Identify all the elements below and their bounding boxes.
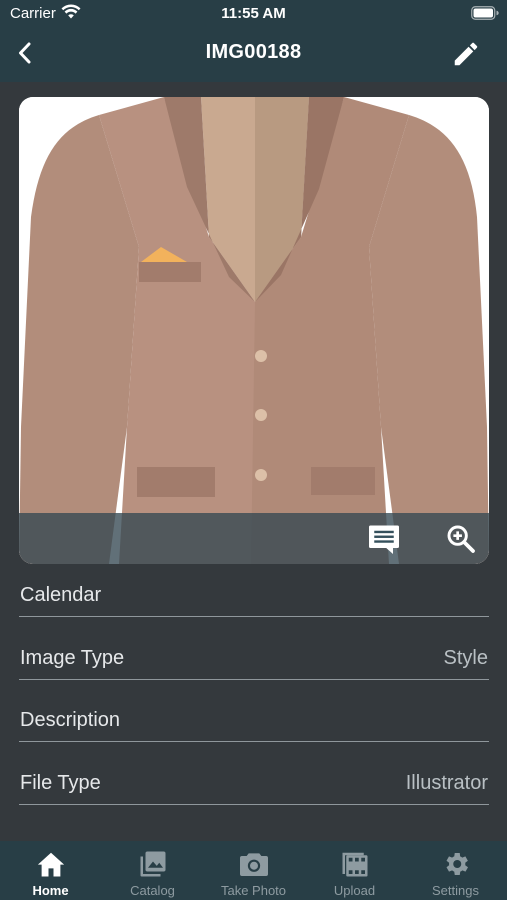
gear-icon bbox=[446, 853, 468, 875]
field-row-description[interactable]: Description bbox=[19, 680, 489, 742]
status-bar: Carrier 11:55 AM bbox=[0, 0, 507, 28]
tab-label: Home bbox=[32, 883, 69, 898]
zoom-in-icon bbox=[447, 525, 475, 553]
tab-label: Upload bbox=[333, 883, 376, 898]
edit-button[interactable] bbox=[448, 36, 484, 72]
page-title: IMG00188 bbox=[205, 41, 302, 63]
navigation-bar: IMG00188 bbox=[0, 28, 507, 82]
photo-gallery-icon bbox=[140, 851, 165, 877]
field-label: Image Type bbox=[20, 647, 125, 669]
field-value: Style bbox=[443, 647, 488, 669]
tab-settings[interactable]: Settings bbox=[405, 841, 506, 900]
top-bar: Carrier 11:55 AM IMG00188 bbox=[0, 0, 507, 82]
clock: 11:55 AM bbox=[221, 5, 286, 22]
home-icon bbox=[37, 852, 64, 877]
comment-icon bbox=[369, 525, 399, 554]
tab-label: Settings bbox=[432, 883, 479, 898]
tab-home[interactable]: Home bbox=[0, 841, 101, 900]
field-label: Description bbox=[20, 709, 121, 731]
tab-label: Take Photo bbox=[220, 883, 287, 898]
zoom-button[interactable] bbox=[441, 519, 481, 559]
comment-button[interactable] bbox=[364, 519, 404, 559]
field-label: File Type bbox=[20, 772, 101, 794]
field-row-calendar[interactable]: Calendar bbox=[19, 555, 489, 617]
tab-catalog[interactable]: Catalog bbox=[102, 841, 203, 900]
pencil-icon bbox=[454, 42, 478, 66]
field-value: Illustrator bbox=[405, 772, 488, 794]
upload-icon bbox=[342, 852, 367, 877]
field-row-image-type[interactable]: Image Type Style bbox=[19, 618, 489, 680]
field-row-file-type[interactable]: File Type Illustrator bbox=[19, 743, 489, 805]
camera-icon bbox=[239, 853, 268, 876]
battery-icon bbox=[471, 6, 499, 25]
image-preview-card[interactable] bbox=[19, 97, 489, 564]
jacket-illustration bbox=[19, 97, 489, 564]
tab-take-photo[interactable]: Take Photo bbox=[203, 841, 304, 900]
tab-bar: Home Catalog Take Photo Upload Settings bbox=[0, 841, 507, 900]
field-label: Calendar bbox=[20, 584, 102, 606]
tab-label: Catalog bbox=[130, 883, 175, 898]
image-detail-screen: Carrier 11:55 AM IMG00188 Calendar Image… bbox=[0, 0, 507, 900]
tab-upload[interactable]: Upload bbox=[304, 841, 405, 900]
